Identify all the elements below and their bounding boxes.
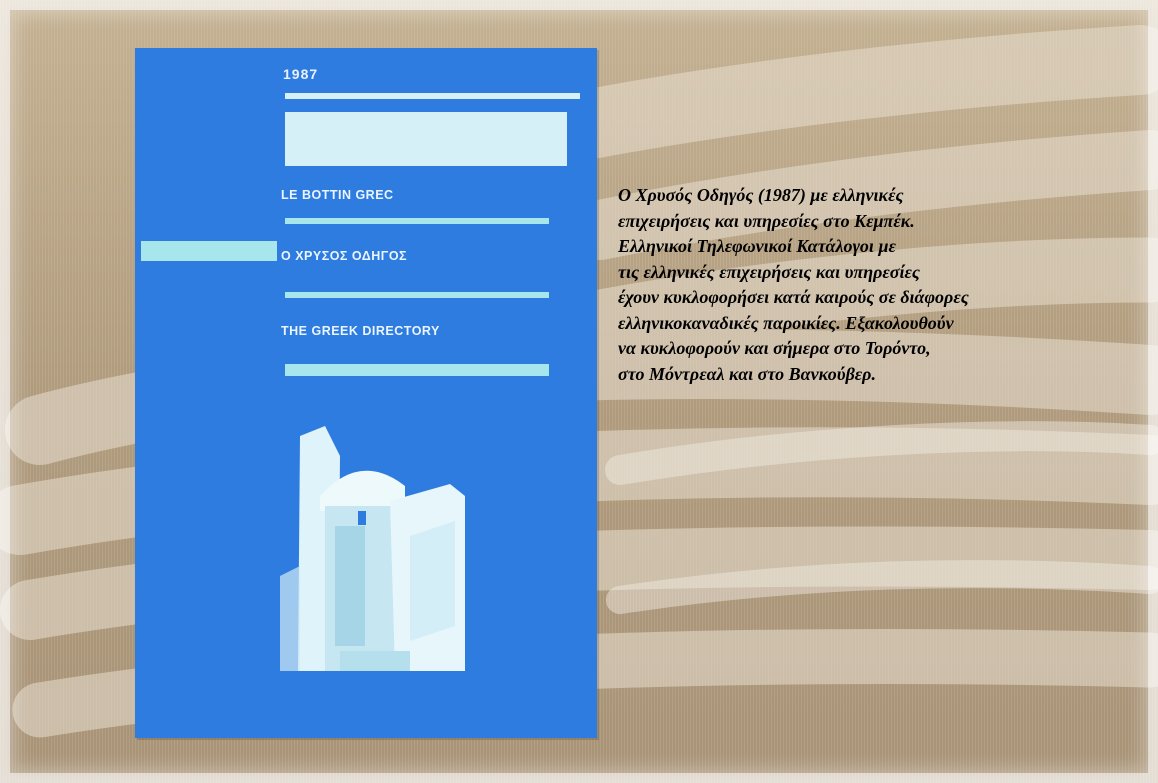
cover-stripe [141, 241, 277, 261]
directory-cover: 1987 LE BOTTIN GREC Ο ΧΡΥΣΟΣ ΟΔΗΓΟΣ THE … [135, 48, 597, 738]
caption-line: Ελληνικοί Τηλεφωνικοί Κατάλογοι με [618, 236, 896, 256]
cover-stripe [285, 93, 580, 99]
chapel-image [280, 426, 465, 671]
cover-stripe [285, 364, 549, 376]
caption-text: Ο Χρυσός Οδηγός (1987) με ελληνικές επιχ… [618, 183, 1058, 387]
cover-title-french: LE BOTTIN GREC [281, 188, 394, 202]
cover-stripe [285, 218, 549, 224]
cover-title-english: THE GREEK DIRECTORY [281, 324, 440, 338]
caption-line: τις ελληνικές επιχειρήσεις και υπηρεσίες [618, 261, 920, 282]
cover-year: 1987 [283, 66, 319, 82]
caption-line: Ο Χρυσός Οδηγός (1987) με ελληνικές [618, 185, 904, 205]
caption-line: ελληνικοκαναδικές παροικίες. Εξακολουθού… [618, 312, 954, 333]
caption-line: να κυκλοφορούν και σήμερα στο Τορόντο, [618, 338, 931, 358]
cover-stripe [285, 112, 567, 166]
caption-line: στο Μόντρεαλ και στο Βανκούβερ. [618, 363, 876, 384]
cover-stripe [285, 292, 549, 298]
caption-line: έχουν κυκλοφορήσει κατά καιρούς σε διάφο… [618, 287, 969, 307]
caption-line: επιχειρήσεις και υπηρεσίες στο Κεμπέκ. [618, 210, 915, 231]
cover-title-greek: Ο ΧΡΥΣΟΣ ΟΔΗΓΟΣ [281, 249, 408, 263]
